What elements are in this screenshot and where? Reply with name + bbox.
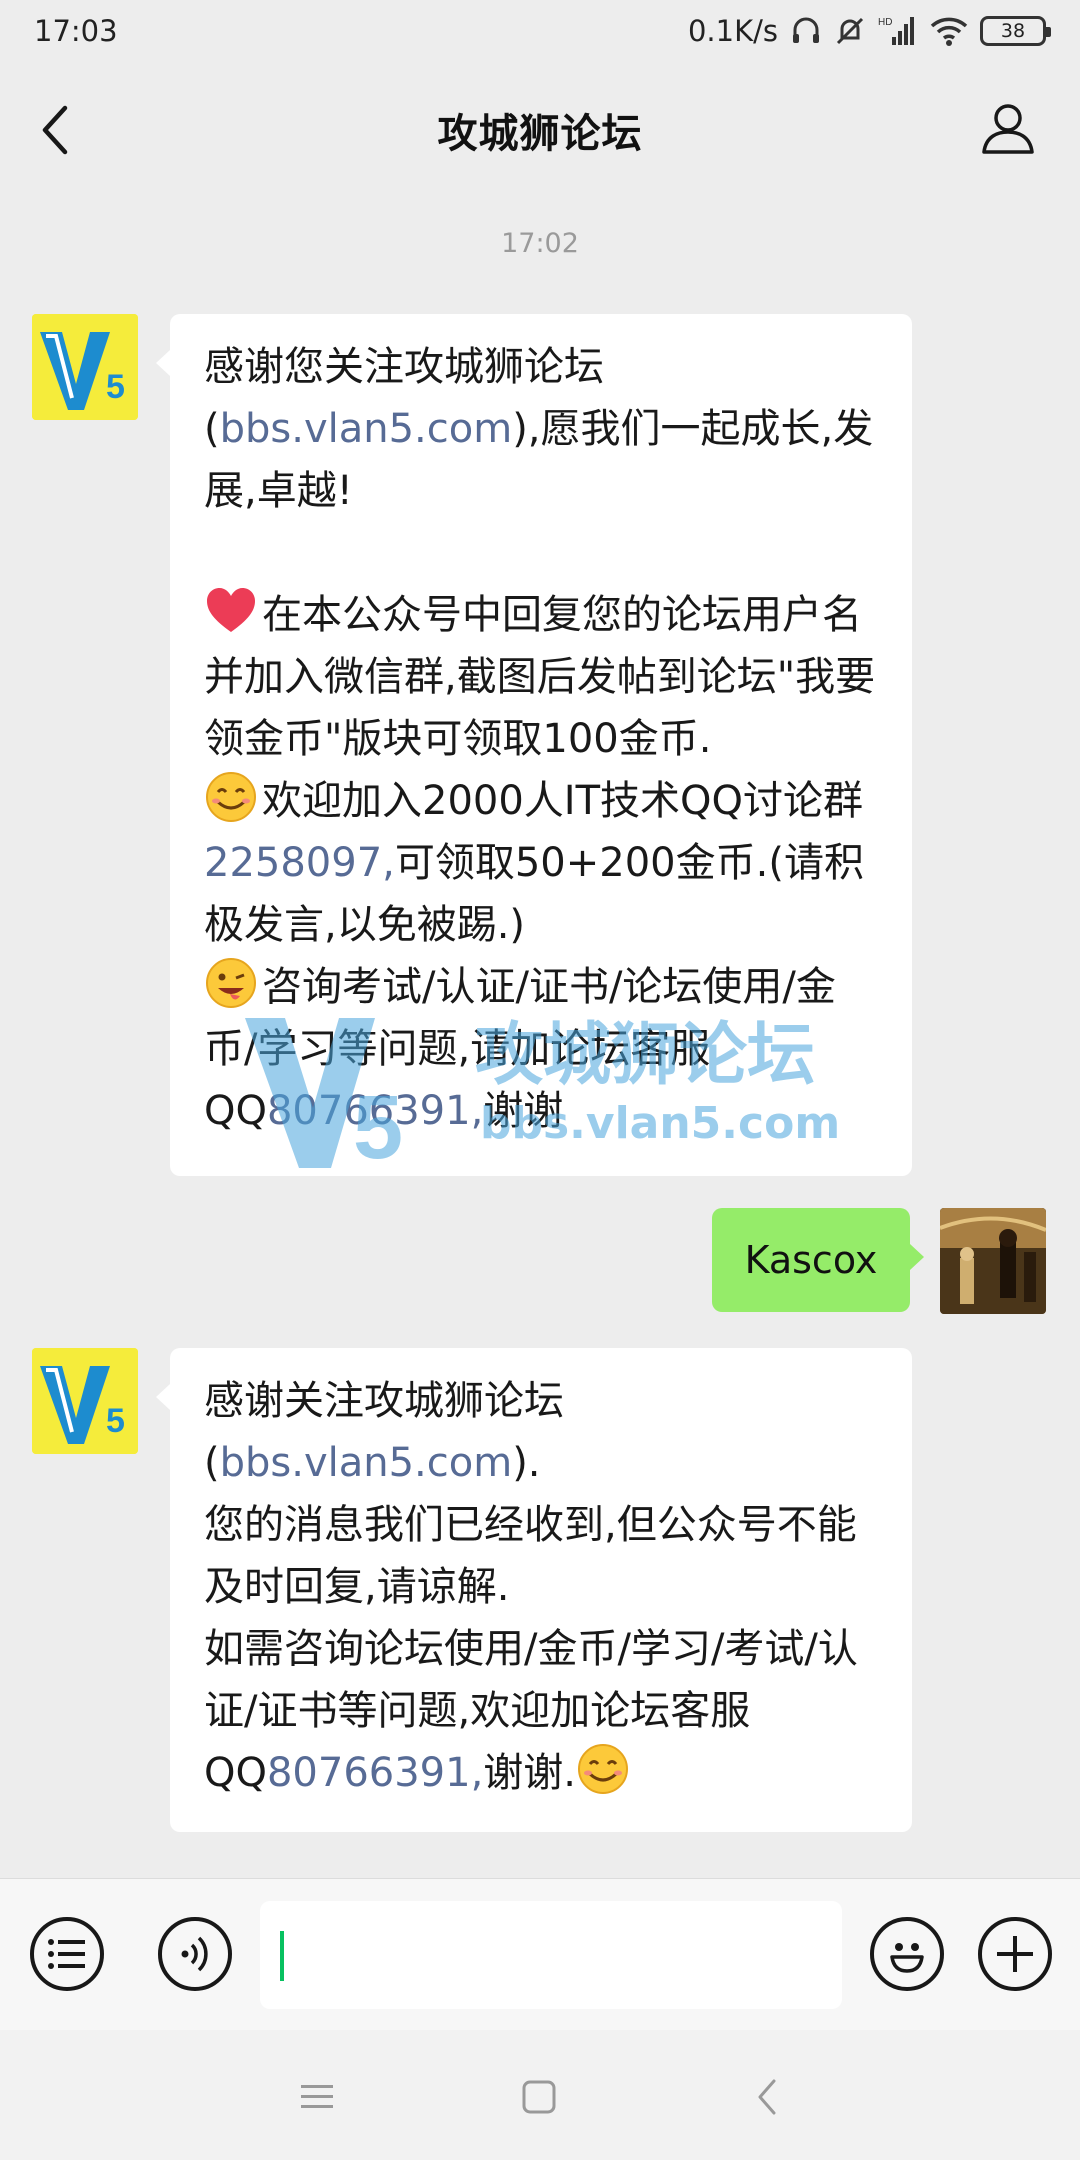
message-bubble-me[interactable]: Kascox [712,1208,924,1312]
forum-link-2[interactable]: bbs.vlan5.com [220,1440,513,1486]
battery-icon: 38 [980,16,1051,46]
recents-icon [301,2085,333,2108]
message-timestamp: 17:02 [501,228,579,259]
chevron-left-icon [42,105,68,155]
menu-button[interactable] [30,1917,104,1991]
plus-button[interactable] [978,1917,1052,1991]
qq-group-link[interactable]: 2258097, [204,840,395,886]
wifi-icon [930,15,968,47]
message-input[interactable] [260,1901,842,2009]
system-nav-bar [0,2030,1080,2160]
qq-service-link-2[interactable]: 80766391, [267,1750,483,1796]
recents-button[interactable] [294,2074,340,2120]
welcome-line-2: 在本公众号中回复您的论坛用户名并加入微信群,截图后发帖到论坛"我要领金币"版块可… [204,584,878,770]
status-time: 17:03 [34,14,118,48]
network-speed: 0.1K/s [687,14,778,48]
chat-title: 攻城狮论坛 [437,111,643,157]
smile-emoji-icon [206,772,256,822]
chat-header: 攻城狮论坛 [0,62,1080,198]
menu-list-icon [48,1939,85,1969]
v5-logo-icon: V5 5 [32,314,138,420]
profile-button[interactable] [976,96,1040,160]
chat-area[interactable]: 17:02 V5 5 感谢您关注攻城狮论坛(bbs.vlan5.com),愿我们… [0,198,1080,1878]
person-icon [982,104,1034,154]
message-bubble-welcome[interactable]: 感谢您关注攻城狮论坛(bbs.vlan5.com),愿我们一起成长,发展,卓越!… [156,314,912,1176]
text-caret [280,1931,284,1981]
signal-icon: HD [878,15,918,47]
reply-line-2: 您的消息我们已经收到,但公众号不能及时回复,请谅解. [204,1502,857,1610]
heart-emoji-icon [207,588,255,632]
reply-line-1: 感谢关注攻城狮论坛(bbs.vlan5.com). [204,1378,564,1486]
back-icon [758,2079,776,2115]
nav-back-button[interactable] [744,2074,790,2120]
message-bubble-auto-reply[interactable]: 感谢关注攻城狮论坛(bbs.vlan5.com). 您的消息我们已经收到,但公众… [156,1348,912,1832]
v5-logo-icon: 5 [32,1348,138,1454]
official-account-avatar[interactable]: V5 5 [32,314,138,420]
home-button[interactable] [516,2074,562,2120]
back-button[interactable] [30,100,80,160]
emoji-face-icon [890,1943,924,1973]
qq-service-link[interactable]: 80766391, [267,1088,483,1134]
smile-emoji-icon [578,1744,628,1794]
status-bar: 17:03 0.1K/s HD 38 [0,0,1080,62]
svg-text:HD: HD [878,17,892,28]
mute-bell-icon [834,15,866,47]
wink-emoji-icon [206,958,256,1008]
forum-link[interactable]: bbs.vlan5.com [220,406,513,452]
svg-text:5: 5 [106,368,125,406]
emoji-button[interactable] [870,1917,944,1991]
official-account-avatar-2[interactable]: 5 [32,1348,138,1454]
user-photo-icon [940,1208,1046,1314]
svg-text:5: 5 [106,1402,125,1440]
my-avatar[interactable] [940,1208,1046,1314]
headphones-icon [790,15,822,47]
home-icon [522,2080,556,2114]
reply-line-3: 如需咨询论坛使用/金币/学习/考试/认证/证书等问题,欢迎加论坛客服QQ8076… [204,1626,858,1796]
status-icons: 0.1K/s HD 38 [687,14,1051,48]
my-message-text: Kascox [744,1238,878,1282]
voice-button[interactable] [158,1917,232,1991]
welcome-line-4: 咨询考试/认证/证书/论坛使用/金币/学习等问题,请加论坛客服QQ8076639… [204,956,878,1142]
input-bar [0,1878,1080,2030]
welcome-line-3: 欢迎加入2000人IT技术QQ讨论群2258097,可领取50+200金币.(请… [204,770,878,956]
welcome-line-1: 感谢您关注攻城狮论坛(bbs.vlan5.com),愿我们一起成长,发展,卓越! [204,344,874,514]
voice-icon [181,1936,208,1972]
plus-icon [997,1936,1033,1972]
